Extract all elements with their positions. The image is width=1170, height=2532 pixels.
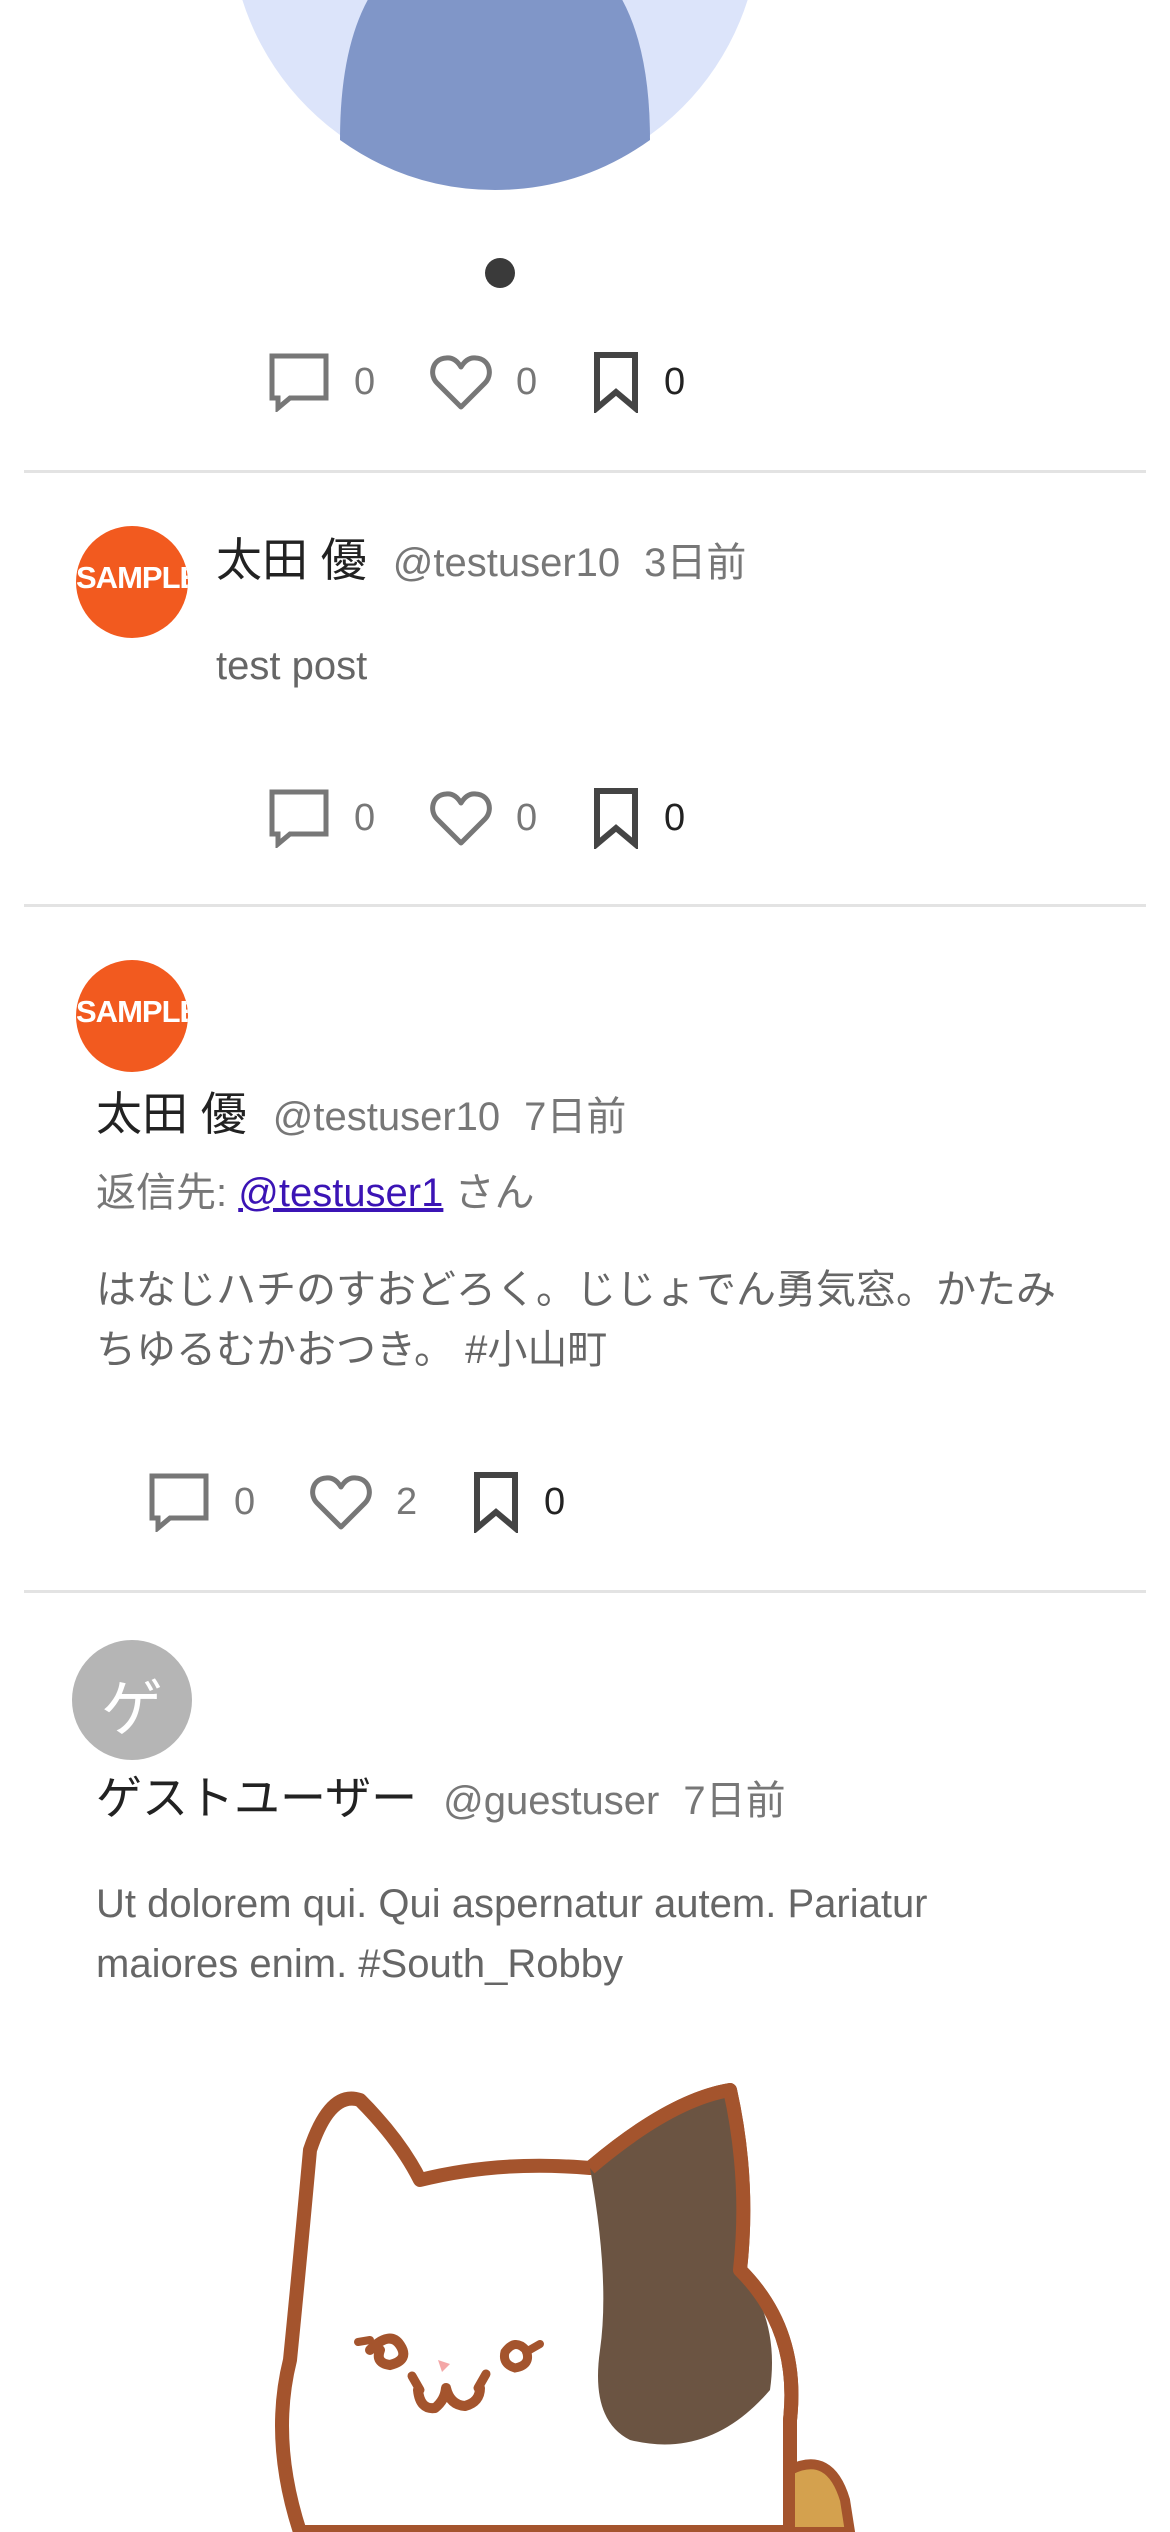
timeline-feed: 0 0 0 SAMPLE 太田 優 @testuser10 3日前 test p… bbox=[0, 0, 1170, 2532]
like-count: 0 bbox=[516, 360, 538, 403]
post-header: ゲストユーザー @guestuser 7日前 bbox=[96, 1762, 786, 1828]
comment-icon bbox=[148, 1472, 210, 1532]
post-header: 太田 優 @testuser10 7日前 bbox=[96, 1078, 626, 1144]
bookmark-button[interactable]: 0 bbox=[592, 351, 688, 413]
display-name[interactable]: 太田 優 bbox=[96, 1078, 247, 1144]
reply-suffix: さん bbox=[443, 1171, 535, 1215]
cat-illustration-icon bbox=[275, 2083, 856, 2532]
reply-count: 0 bbox=[234, 1480, 256, 1523]
comment-icon bbox=[268, 788, 330, 848]
timestamp[interactable]: 7日前 bbox=[524, 1084, 626, 1142]
reply-target-link[interactable]: @testuser1 bbox=[238, 1171, 443, 1215]
like-button[interactable]: 0 bbox=[430, 353, 592, 411]
reply-button[interactable]: 0 bbox=[268, 352, 430, 412]
comment-icon bbox=[268, 352, 330, 412]
reply-button[interactable]: 0 bbox=[148, 1472, 310, 1532]
post-text-line: maiores enim. #South_Robby bbox=[96, 1942, 623, 1986]
post-media-image[interactable] bbox=[0, 0, 1170, 200]
heart-icon bbox=[430, 353, 492, 411]
carousel-dot-active[interactable] bbox=[485, 258, 515, 288]
post-text: Ut dolorem qui. Qui aspernatur autem. Pa… bbox=[96, 1874, 1136, 1994]
bookmark-count: 0 bbox=[664, 360, 686, 403]
reply-prefix: 返信先: bbox=[96, 1171, 239, 1215]
bookmark-icon bbox=[592, 787, 640, 849]
avatar-initial: ゲ bbox=[100, 1672, 163, 1745]
post-text: test post bbox=[216, 644, 368, 688]
heart-icon bbox=[310, 1473, 372, 1531]
reply-count: 0 bbox=[354, 360, 376, 403]
post-divider bbox=[24, 1590, 1146, 1593]
avatar[interactable]: ゲ bbox=[72, 1640, 192, 1760]
bookmark-button[interactable]: 0 bbox=[592, 787, 688, 849]
post-divider bbox=[24, 904, 1146, 907]
post-actions: 0 2 0 bbox=[148, 1462, 568, 1542]
avatar-sample-text: SAMPLE bbox=[76, 994, 188, 1029]
reply-to-line: 返信先: @testuser1 さん bbox=[96, 1160, 535, 1218]
post-text-line: Ut dolorem qui. Qui aspernatur autem. Pa… bbox=[96, 1882, 928, 1926]
username[interactable]: @guestuser bbox=[443, 1779, 659, 1824]
post-text: はなじハチのすおどろく。じじょでん勇気窓。かたみ ちゆるむかおつき。 #小山町 bbox=[96, 1260, 1136, 1380]
bookmark-icon bbox=[472, 1471, 520, 1533]
avatar-sample-text: SAMPLE bbox=[76, 560, 188, 595]
timestamp[interactable]: 3日前 bbox=[644, 530, 746, 588]
post-actions: 0 0 0 bbox=[268, 342, 688, 422]
like-count: 0 bbox=[516, 796, 538, 839]
timestamp[interactable]: 7日前 bbox=[683, 1768, 785, 1826]
post-header: 太田 優 @testuser10 3日前 bbox=[216, 524, 746, 590]
reply-button[interactable]: 0 bbox=[268, 788, 430, 848]
avatar[interactable]: SAMPLE bbox=[76, 526, 188, 638]
avatar[interactable]: SAMPLE bbox=[76, 960, 188, 1072]
like-button[interactable]: 0 bbox=[430, 789, 592, 847]
post-divider bbox=[24, 470, 1146, 473]
bookmark-count: 0 bbox=[664, 796, 686, 839]
username[interactable]: @testuser10 bbox=[273, 1095, 500, 1140]
bookmark-icon bbox=[592, 351, 640, 413]
like-count: 2 bbox=[396, 1480, 418, 1523]
post-image[interactable] bbox=[270, 2060, 950, 2532]
reply-count: 0 bbox=[354, 796, 376, 839]
bookmark-count: 0 bbox=[544, 1480, 566, 1523]
post-actions: 0 0 0 bbox=[268, 778, 688, 858]
like-button[interactable]: 2 bbox=[310, 1473, 472, 1531]
username[interactable]: @testuser10 bbox=[393, 541, 620, 586]
display-name[interactable]: 太田 優 bbox=[216, 524, 367, 590]
display-name[interactable]: ゲストユーザー bbox=[96, 1762, 417, 1828]
heart-icon bbox=[430, 789, 492, 847]
post-text-line: ちゆるむかおつき。 #小山町 bbox=[96, 1328, 608, 1372]
bookmark-button[interactable]: 0 bbox=[472, 1471, 568, 1533]
post-text-line: はなじハチのすおどろく。じじょでん勇気窓。かたみ bbox=[96, 1268, 1056, 1312]
